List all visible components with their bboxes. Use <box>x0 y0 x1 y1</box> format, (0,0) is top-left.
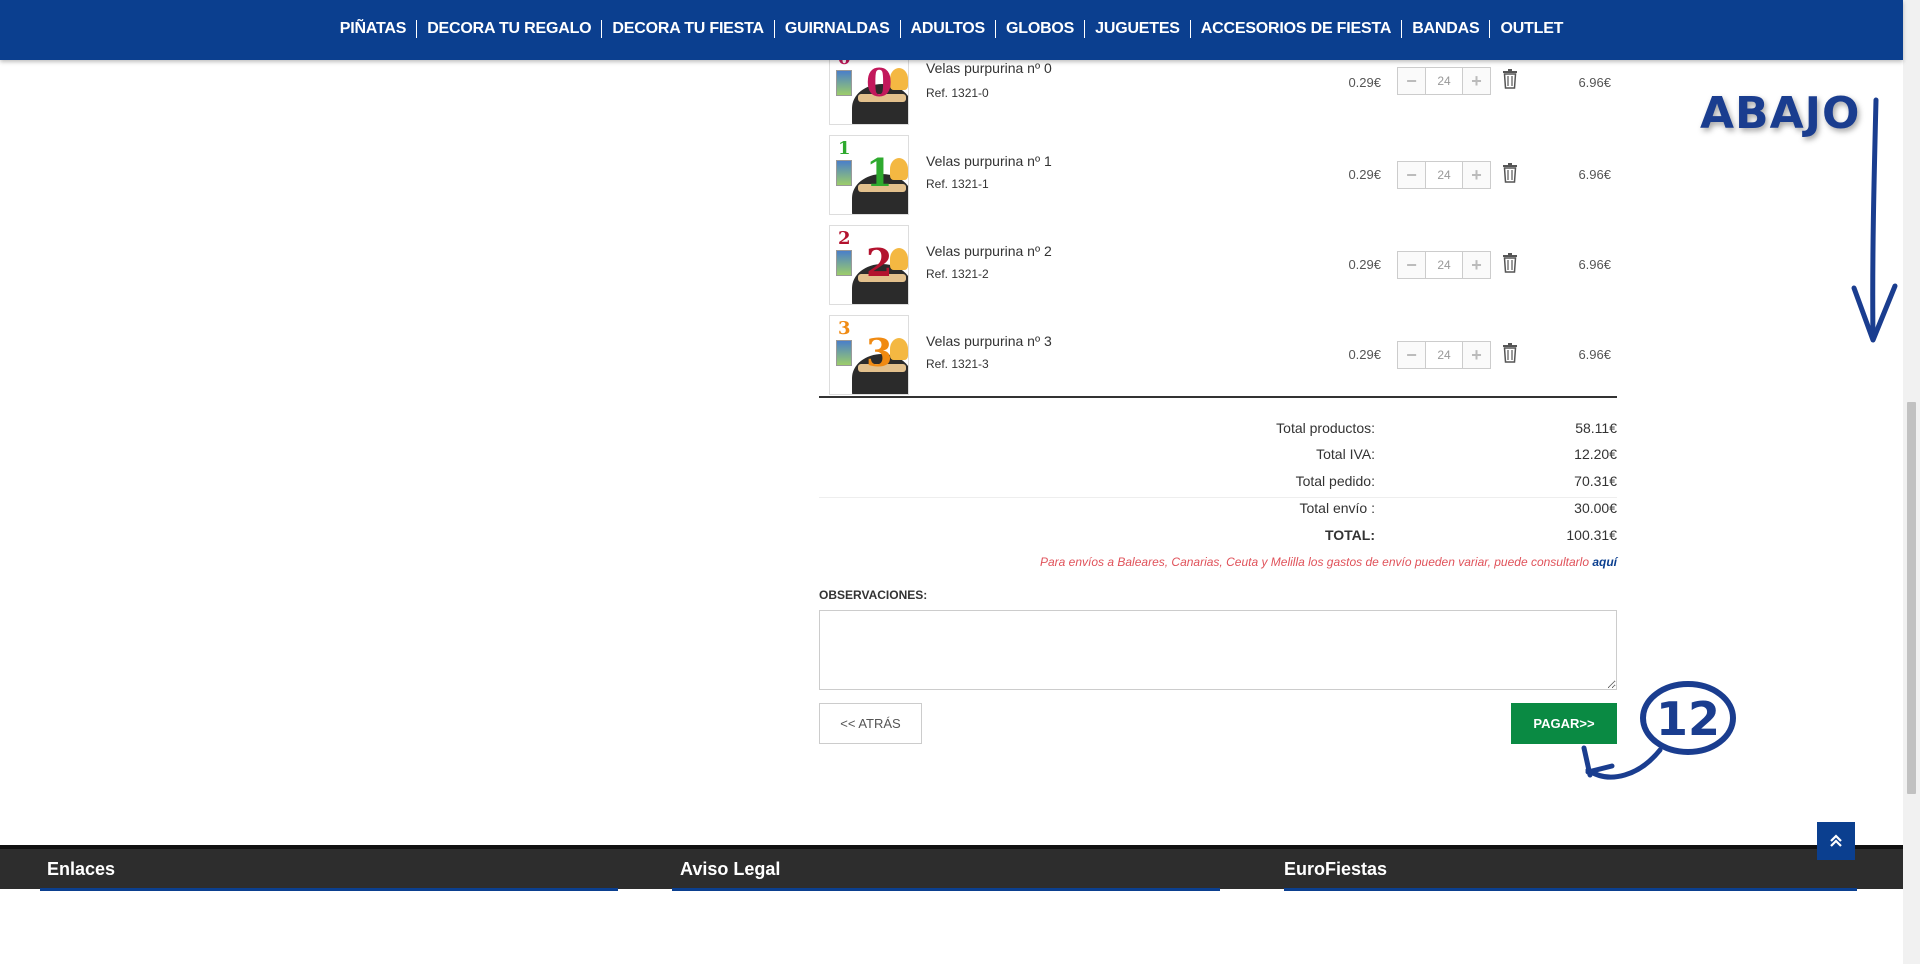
product-ref: Ref. 1321-2 <box>926 267 989 281</box>
unit-price: 0.29€ <box>1348 167 1381 182</box>
total-shipping-label: Total envío : <box>1299 500 1376 516</box>
shipping-note-text: Para envíos a Baleares, Canarias, Ceuta … <box>1040 555 1593 569</box>
annotation-down-label: ABAJO <box>1700 88 1861 139</box>
plus-icon[interactable]: + <box>1462 162 1490 188</box>
nav-item-decora-tu-fiesta[interactable]: DECORA TU FIESTA <box>601 20 773 38</box>
quantity-input[interactable]: 24 <box>1426 252 1462 278</box>
footer: Enlaces Aviso Legal EuroFiestas <box>0 845 1903 891</box>
trash-icon[interactable] <box>1502 343 1518 363</box>
total-shipping-row: Total envío : 30.00€ <box>819 496 1618 522</box>
total-order-row: Total pedido: 70.31€ <box>819 469 1617 495</box>
observations-label: OBSERVACIONES: <box>819 588 928 602</box>
line-total: 6.96€ <box>1578 257 1611 272</box>
divider <box>40 888 618 891</box>
nav-item-bandas[interactable]: BANDAS <box>1401 20 1489 38</box>
annotation-step-number: 12 <box>1656 692 1720 746</box>
nav-item-adultos[interactable]: ADULTOS <box>899 20 995 38</box>
total-iva-label: Total IVA: <box>1316 446 1375 462</box>
minus-icon[interactable]: − <box>1398 252 1426 278</box>
plus-icon[interactable]: + <box>1462 68 1490 94</box>
cart-row: 1 1 Velas purpurina nº 1 Ref. 1321-1 0.2… <box>819 130 1617 220</box>
nav-item-decora-tu-regalo[interactable]: DECORA TU REGALO <box>416 20 601 38</box>
trash-icon[interactable] <box>1502 253 1518 273</box>
product-ref: Ref. 1321-3 <box>926 357 989 371</box>
quantity-input[interactable]: 24 <box>1426 162 1462 188</box>
grand-total-value: 100.31€ <box>1566 527 1617 543</box>
total-iva-value: 12.20€ <box>1574 446 1617 462</box>
product-image[interactable]: 3 3 <box>829 315 909 395</box>
page-scrollbar[interactable] <box>1903 0 1920 964</box>
plus-icon[interactable]: + <box>1462 252 1490 278</box>
product-image-digit: 2 <box>866 240 893 285</box>
total-products-label: Total productos: <box>1276 420 1375 436</box>
back-to-top-button[interactable] <box>1817 822 1855 860</box>
minus-icon[interactable]: − <box>1398 162 1426 188</box>
footer-brand-heading: EuroFiestas <box>1284 859 1388 879</box>
cart-row: 2 2 Velas purpurina nº 2 Ref. 1321-2 0.2… <box>819 220 1617 310</box>
chevrons-up-icon <box>1830 834 1842 847</box>
total-shipping-value: 30.00€ <box>1574 500 1617 516</box>
cart-row: 3 3 Velas purpurina nº 3 Ref. 1321-3 0.2… <box>819 310 1617 400</box>
minus-icon[interactable]: − <box>1398 342 1426 368</box>
footer-legal-heading: Aviso Legal <box>680 859 781 879</box>
total-iva-row: Total IVA: 12.20€ <box>819 442 1617 468</box>
line-total: 6.96€ <box>1578 75 1611 90</box>
product-image-digit: 3 <box>866 330 893 375</box>
product-name[interactable]: Velas purpurina nº 3 <box>926 333 1052 349</box>
total-products-row: Total productos: 58.11€ <box>819 416 1617 442</box>
nav-item-pinatas[interactable]: PIÑATAS <box>330 20 416 38</box>
trash-icon[interactable] <box>1502 69 1518 89</box>
scrollbar-thumb[interactable] <box>1907 402 1916 794</box>
total-order-value: 70.31€ <box>1574 473 1617 489</box>
unit-price: 0.29€ <box>1348 347 1381 362</box>
total-products-value: 58.11€ <box>1575 420 1617 436</box>
arrow-curve-icon <box>1581 745 1663 780</box>
shipping-note: Para envíos a Baleares, Canarias, Ceuta … <box>1040 555 1617 569</box>
line-total: 6.96€ <box>1578 347 1611 362</box>
back-button[interactable]: << ATRÁS <box>819 703 922 744</box>
quantity-stepper: − 24 + <box>1397 341 1491 369</box>
unit-price: 0.29€ <box>1348 257 1381 272</box>
quantity-stepper: − 24 + <box>1397 161 1491 189</box>
observations-field[interactable] <box>819 610 1617 690</box>
product-image-digit: 1 <box>866 150 893 195</box>
product-name[interactable]: Velas purpurina nº 1 <box>926 153 1052 169</box>
quantity-input[interactable]: 24 <box>1426 68 1462 94</box>
product-ref: Ref. 1321-1 <box>926 177 989 191</box>
minus-icon[interactable]: − <box>1398 68 1426 94</box>
shipping-note-link[interactable]: aquí <box>1592 555 1617 569</box>
main-nav: PIÑATAS DECORA TU REGALO DECORA TU FIEST… <box>0 0 1903 60</box>
trash-icon[interactable] <box>1502 163 1518 183</box>
product-ref: Ref. 1321-0 <box>926 86 989 100</box>
pay-button[interactable]: PAGAR>> <box>1511 703 1617 744</box>
line-total: 6.96€ <box>1578 167 1611 182</box>
divider <box>819 396 1617 398</box>
quantity-stepper: − 24 + <box>1397 67 1491 95</box>
divider <box>672 888 1220 891</box>
footer-links-heading: Enlaces <box>47 859 116 879</box>
unit-price: 0.29€ <box>1348 75 1381 90</box>
plus-icon[interactable]: + <box>1462 342 1490 368</box>
grand-total-label: TOTAL: <box>1324 527 1375 543</box>
nav-item-guirnaldas[interactable]: GUIRNALDAS <box>773 20 900 38</box>
product-image-digit: 2 <box>838 228 851 249</box>
nav-item-outlet[interactable]: OUTLET <box>1489 20 1573 38</box>
product-image-digit: 1 <box>838 138 851 159</box>
nav-item-globos[interactable]: GLOBOS <box>995 20 1084 38</box>
quantity-stepper: − 24 + <box>1397 251 1491 279</box>
annotation-step-circle: 12 <box>1640 681 1736 755</box>
product-image-digit: 3 <box>838 318 851 339</box>
nav-item-accesorios-de-fiesta[interactable]: ACCESORIOS DE FIESTA <box>1189 20 1401 38</box>
product-name[interactable]: Velas purpurina nº 2 <box>926 243 1052 259</box>
grand-total-row: TOTAL: 100.31€ <box>819 523 1617 549</box>
product-image[interactable]: 1 1 <box>829 135 909 215</box>
product-image[interactable]: 2 2 <box>829 225 909 305</box>
nav-item-juguetes[interactable]: JUGUETES <box>1084 20 1190 38</box>
product-image-digit: 0 <box>866 60 893 105</box>
total-order-label: Total pedido: <box>1295 473 1375 489</box>
quantity-input[interactable]: 24 <box>1426 342 1462 368</box>
divider <box>1284 888 1857 891</box>
product-name[interactable]: Velas purpurina nº 0 <box>926 60 1052 76</box>
